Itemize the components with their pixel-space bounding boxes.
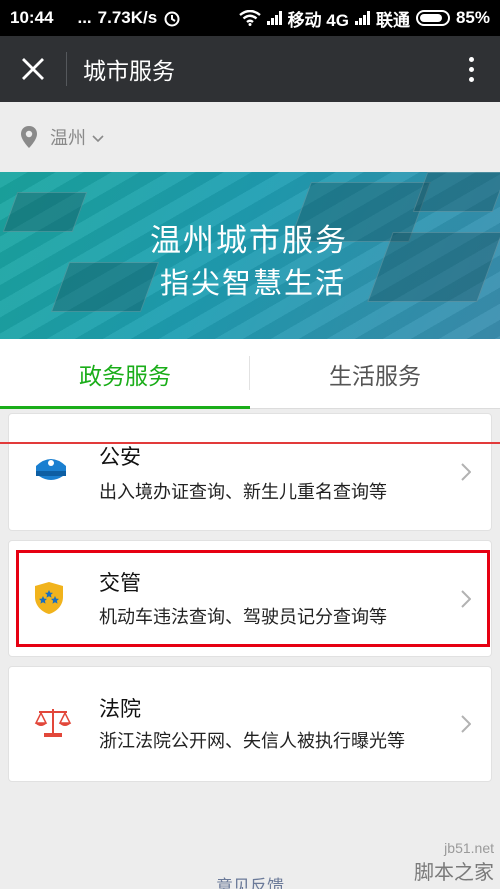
more-dots-icon (468, 56, 474, 62)
carrier-primary: 移动 4G (287, 10, 349, 30)
nav-divider (66, 52, 67, 86)
service-desc: 出入境办证查询、新生儿重名查询等 (99, 482, 387, 503)
scales-icon (34, 709, 72, 737)
network-speed: 7.73K/s (97, 8, 158, 27)
location-city: 温州 (50, 128, 86, 149)
page-title: 城市服务 (83, 59, 175, 85)
battery-percent: 85% (455, 8, 490, 27)
service-name: 公安 (99, 445, 141, 469)
chevron-down-icon (92, 135, 104, 143)
banner-subtitle: 指尖智慧生活 (160, 266, 347, 300)
service-card-police[interactable]: 公安 出入境办证查询、新生儿重名查询等 (8, 413, 492, 531)
location-selector[interactable]: 温州 (0, 102, 500, 172)
annotation-line (0, 442, 500, 444)
watermark-name: 脚本之家 (414, 860, 494, 884)
wifi-icon (238, 10, 261, 26)
alarm-icon (164, 11, 180, 27)
service-tabs: 政务服务 生活服务 (0, 339, 500, 409)
service-desc: 浙江法院公开网、失信人被执行曝光等 (99, 731, 405, 752)
close-button[interactable] (0, 36, 66, 102)
service-card-court[interactable]: 法院 浙江法院公开网、失信人被执行曝光等 (8, 666, 492, 782)
nav-bar: 城市服务 (0, 36, 500, 102)
service-name: 法院 (99, 697, 141, 721)
battery-icon (415, 10, 450, 26)
city-banner[interactable]: 温州城市服务 指尖智慧生活 (0, 172, 500, 339)
status-bar: 10:44 ... 7.73K/s 移动 4G 联通 85% (0, 0, 500, 36)
location-pin-icon (21, 126, 37, 148)
police-cap-icon (36, 459, 66, 480)
annotation-highlight-box (16, 550, 490, 647)
more-menu-button[interactable] (442, 36, 500, 102)
chevron-right-icon (461, 463, 471, 481)
tab-divider (249, 356, 250, 390)
status-time: 10:44 (10, 8, 54, 27)
signal-icon (266, 11, 282, 25)
watermark-site: jb51.net (444, 840, 494, 856)
signal-icon (354, 11, 370, 25)
site-watermark: jb51.net 脚本之家 (414, 840, 494, 885)
status-dots: ... (77, 8, 92, 27)
tab-life-services[interactable]: 生活服务 (250, 339, 500, 408)
close-icon (22, 58, 44, 80)
chevron-right-icon (461, 715, 471, 733)
carrier-secondary: 联通 (375, 10, 410, 30)
banner-title: 温州城市服务 (150, 223, 348, 259)
tab-government-services[interactable]: 政务服务 (0, 339, 250, 409)
